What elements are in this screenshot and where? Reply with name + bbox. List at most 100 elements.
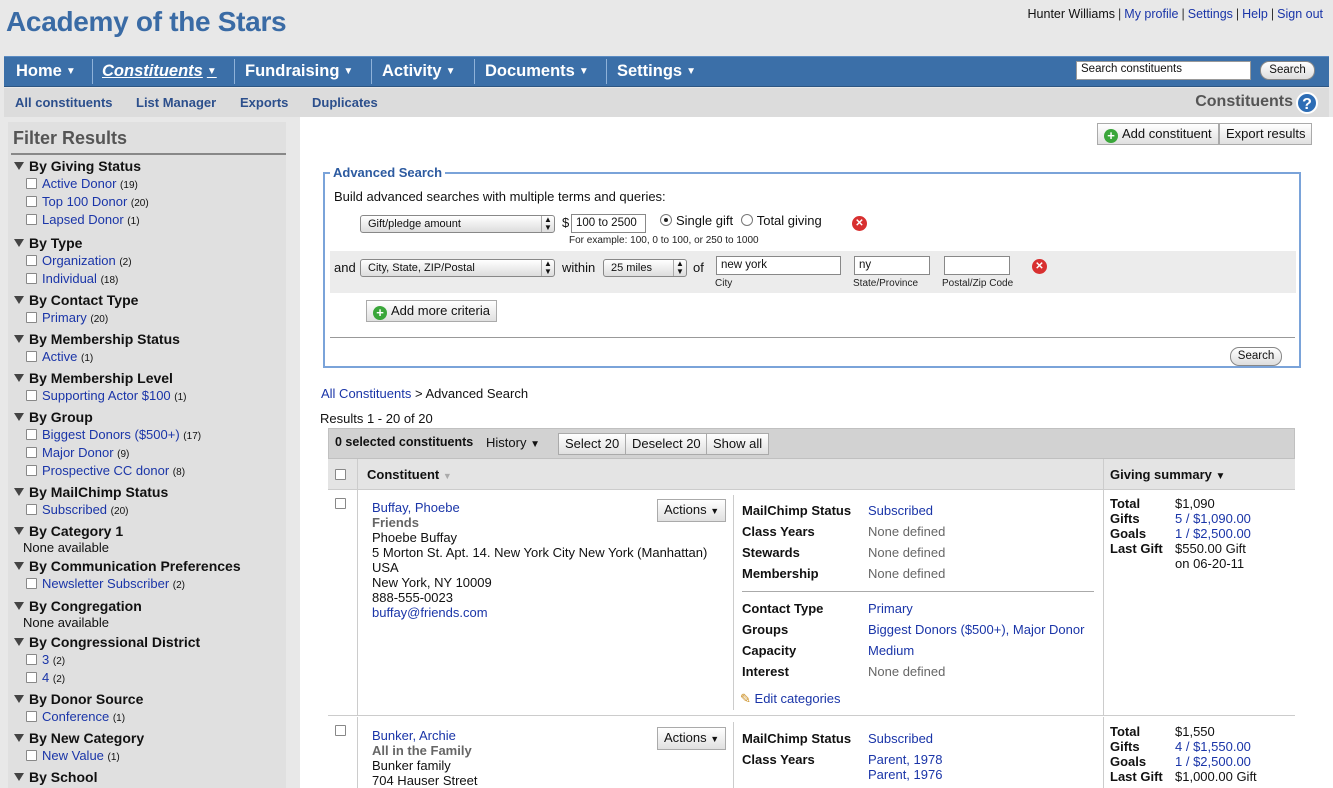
value-groups[interactable]: Biggest Donors ($500+), Major Donor (868, 622, 1084, 637)
filter-checkbox[interactable] (26, 273, 37, 284)
filter-option-link[interactable]: Lapsed Donor (42, 212, 124, 227)
radio-single-gift[interactable] (660, 214, 672, 226)
show-all-button[interactable]: Show all (706, 433, 770, 455)
nav-fundraising[interactable]: Fundraising ▼ (237, 57, 353, 86)
breadcrumb-all-constituents[interactable]: All Constituents (321, 386, 411, 401)
filter-group-header[interactable]: By Donor Source (14, 691, 143, 708)
remove-criteria-2-icon[interactable]: ✕ (1032, 259, 1047, 274)
filter-checkbox[interactable] (26, 178, 37, 189)
filter-group-header[interactable]: By MailChimp Status (14, 484, 168, 501)
filter-option-link[interactable]: Primary (42, 310, 87, 325)
actions-dropdown[interactable]: Actions ▼ (657, 499, 727, 522)
filter-group-header[interactable]: By New Category (14, 730, 144, 747)
row-checkbox[interactable] (335, 498, 346, 509)
value-mailchimp[interactable]: Subscribed (868, 731, 933, 746)
subnav-duplicates[interactable]: Duplicates (312, 95, 378, 110)
filter-checkbox[interactable] (26, 255, 37, 266)
filter-group-header[interactable]: By Communication Preferences (14, 558, 241, 575)
subnav-all-constituents[interactable]: All constituents (15, 95, 113, 110)
search-input[interactable]: Search constituents (1076, 61, 1251, 80)
filter-checkbox[interactable] (26, 214, 37, 225)
filter-group-header[interactable]: By Membership Level (14, 370, 187, 387)
constituent-name-link[interactable]: Bunker, Archie (372, 728, 456, 743)
advanced-search-button[interactable]: Search (1230, 347, 1282, 366)
filter-group-header[interactable]: By School (14, 769, 109, 786)
filter-group-header[interactable]: By Group (14, 409, 201, 426)
my-profile-link[interactable]: My profile (1124, 7, 1178, 21)
filter-checkbox[interactable] (26, 654, 37, 665)
filter-option-link[interactable]: Prospective CC donor (42, 463, 169, 478)
value-goals[interactable]: 1 / $2,500.00 (1175, 754, 1251, 769)
filter-checkbox[interactable] (26, 447, 37, 458)
edit-categories-link[interactable]: ✎ Edit categories (740, 691, 841, 707)
add-more-criteria-button[interactable]: + Add more criteria (366, 300, 497, 322)
filter-checkbox[interactable] (26, 578, 37, 589)
value-class-year-1[interactable]: Parent, 1978 (868, 752, 942, 767)
row-checkbox[interactable] (335, 725, 346, 736)
value-mailchimp[interactable]: Subscribed (868, 503, 933, 518)
subnav-list-manager[interactable]: List Manager (136, 95, 216, 110)
export-results-button[interactable]: Export results (1219, 123, 1313, 145)
filter-group-header[interactable]: By Contact Type (14, 292, 138, 309)
filter-option-link[interactable]: Newsletter Subscriber (42, 576, 169, 591)
city-input[interactable]: new york (716, 256, 841, 275)
criteria-field-select-1[interactable]: Gift/pledge amount ▲ ▼ (360, 215, 555, 233)
filter-option-link[interactable]: 4 (42, 670, 49, 685)
nav-settings[interactable]: Settings ▼ (609, 57, 696, 86)
nav-documents[interactable]: Documents ▼ (477, 57, 589, 86)
criteria-field-select-2[interactable]: City, State, ZIP/Postal ▲ ▼ (360, 259, 555, 277)
value-goals[interactable]: 1 / $2,500.00 (1175, 526, 1251, 541)
col-constituent[interactable]: Constituent ▼ (367, 467, 452, 482)
subnav-exports[interactable]: Exports (240, 95, 288, 110)
value-class-year-2[interactable]: Parent, 1976 (868, 767, 942, 782)
constituent-name-link[interactable]: Buffay, Phoebe (372, 500, 460, 515)
actions-dropdown[interactable]: Actions ▼ (657, 727, 727, 750)
filter-checkbox[interactable] (26, 390, 37, 401)
history-dropdown[interactable]: History ▼ (486, 435, 540, 450)
state-input[interactable]: ny (854, 256, 930, 275)
filter-option-link[interactable]: New Value (42, 748, 104, 763)
filter-option-link[interactable]: Major Donor (42, 445, 114, 460)
filter-option-link[interactable]: Biggest Donors ($500+) (42, 427, 180, 442)
email-link[interactable]: buffay@friends.com (372, 605, 488, 620)
nav-home[interactable]: Home ▼ (8, 57, 76, 86)
deselect-20-button[interactable]: Deselect 20 (625, 433, 708, 455)
filter-option-link[interactable]: Active (42, 349, 77, 364)
filter-option-link[interactable]: Individual (42, 271, 97, 286)
filter-checkbox[interactable] (26, 351, 37, 362)
select-20-button[interactable]: Select 20 (558, 433, 627, 455)
filter-group-header[interactable]: By Congressional District (14, 634, 200, 651)
filter-checkbox[interactable] (26, 711, 37, 722)
filter-checkbox[interactable] (26, 750, 37, 761)
filter-checkbox[interactable] (26, 672, 37, 683)
value-capacity[interactable]: Medium (868, 643, 914, 658)
sign-out-link[interactable]: Sign out (1277, 7, 1323, 21)
help-link[interactable]: Help (1242, 7, 1268, 21)
filter-checkbox[interactable] (26, 429, 37, 440)
filter-option-link[interactable]: 3 (42, 652, 49, 667)
filter-group-header[interactable]: By Category 1 (14, 523, 123, 540)
filter-checkbox[interactable] (26, 312, 37, 323)
filter-group-header[interactable]: By Type (14, 235, 132, 252)
filter-option-link[interactable]: Conference (42, 709, 109, 724)
col-giving-summary[interactable]: Giving summary ▼ (1110, 467, 1225, 482)
select-all-checkbox[interactable] (335, 469, 346, 480)
filter-checkbox[interactable] (26, 196, 37, 207)
filter-option-link[interactable]: Organization (42, 253, 116, 268)
filter-option-link[interactable]: Active Donor (42, 176, 116, 191)
filter-option-link[interactable]: Top 100 Donor (42, 194, 127, 209)
filter-checkbox[interactable] (26, 465, 37, 476)
add-constituent-button[interactable]: + Add constituent (1097, 123, 1219, 145)
value-contact-type[interactable]: Primary (868, 601, 913, 616)
nav-activity[interactable]: Activity ▼ (374, 57, 456, 86)
filter-checkbox[interactable] (26, 504, 37, 515)
filter-group-header[interactable]: By Membership Status (14, 331, 180, 348)
remove-criteria-1-icon[interactable]: ✕ (852, 216, 867, 231)
amount-input[interactable]: 100 to 2500 (571, 214, 646, 233)
zip-input[interactable] (944, 256, 1010, 275)
filter-group-header[interactable]: By Congregation (14, 598, 142, 615)
filter-option-link[interactable]: Supporting Actor $100 (42, 388, 171, 403)
search-button[interactable]: Search (1260, 61, 1315, 80)
nav-constituents[interactable]: Constituents ▼ (94, 57, 217, 86)
filter-option-link[interactable]: Subscribed (42, 502, 107, 517)
